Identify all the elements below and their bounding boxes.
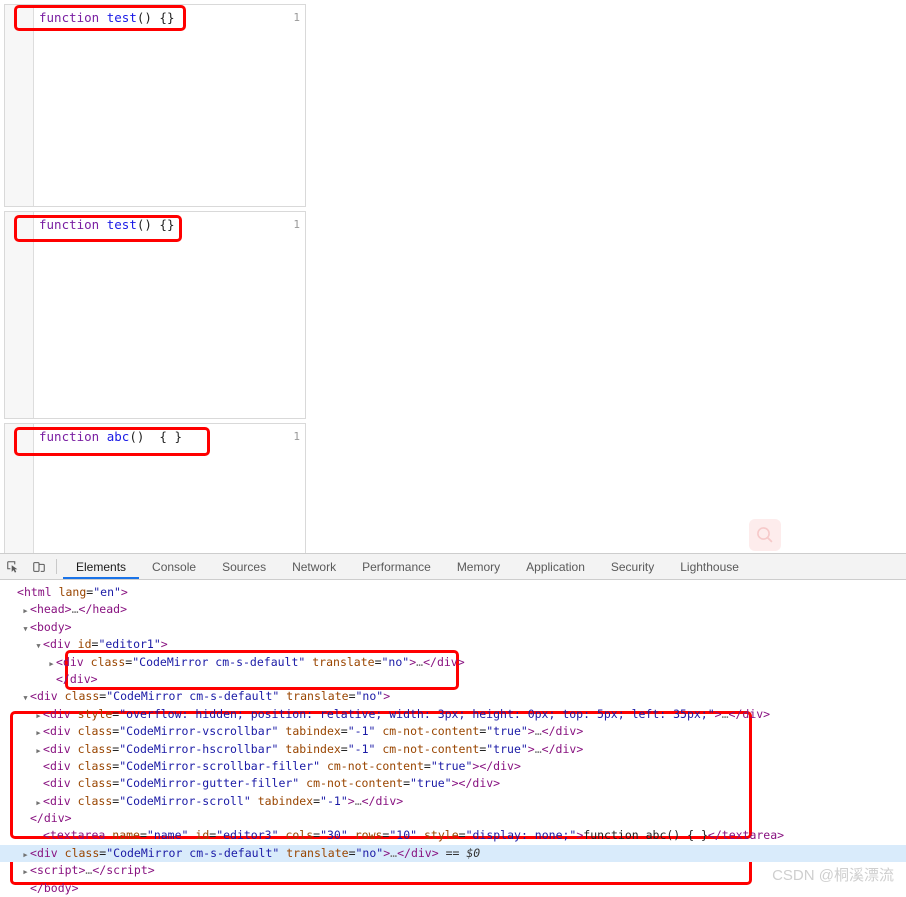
- dom-node-markup: <div style="overflow: hidden; position: …: [43, 706, 771, 721]
- dom-tree-row[interactable]: <div class="CodeMirror-gutter-filler" cm…: [0, 775, 906, 792]
- dom-node-markup: <script>…</script>: [30, 863, 155, 878]
- editor-1-keyword: function: [39, 10, 100, 25]
- editor-2-code-line[interactable]: function test() {}: [39, 217, 175, 233]
- editor-3-gutter: [5, 424, 34, 553]
- dom-node-markup: <div id="editor1">: [43, 637, 168, 652]
- device-toolbar-icon[interactable]: [26, 554, 52, 579]
- codemirror-editor-2[interactable]: 1 function test() {}: [4, 211, 306, 419]
- dom-node-markup: </div>: [56, 671, 98, 686]
- browser-page-viewport: 1 function test() {} 1 function test() {…: [0, 0, 906, 553]
- dom-node-markup: </div>: [30, 811, 72, 826]
- dom-node-markup: <div class="CodeMirror-scrollbar-filler"…: [43, 758, 521, 773]
- dom-node-markup: <textarea name="name" id="editor3" cols=…: [43, 828, 785, 843]
- editor-2-line-number: 1: [293, 218, 300, 231]
- editor-1-gutter: [5, 5, 34, 206]
- dom-tree-row[interactable]: <div class="CodeMirror-scroll" tabindex=…: [0, 793, 906, 810]
- dom-tree-row[interactable]: <div class="CodeMirror-hscrollbar" tabin…: [0, 741, 906, 758]
- csdn-watermark: CSDN @桐溪漂流: [772, 867, 894, 884]
- dom-tree-row[interactable]: <head>…</head>: [0, 601, 906, 618]
- tab-sources[interactable]: Sources: [209, 554, 279, 579]
- dom-tree-row[interactable]: <body>: [0, 619, 906, 636]
- dom-node-markup: <div class="CodeMirror cm-s-default" tra…: [30, 689, 391, 704]
- editor-1-fn-name: test: [106, 10, 137, 25]
- editor-3-tail: () { }: [129, 429, 183, 444]
- dom-tree-row[interactable]: </div>: [0, 810, 906, 827]
- dom-tree-row[interactable]: <div id="editor1">: [0, 636, 906, 653]
- dom-tree-row[interactable]: <div class="CodeMirror cm-s-default" tra…: [0, 844, 906, 863]
- dom-tree-row[interactable]: </div>: [0, 671, 906, 688]
- search-button[interactable]: [749, 519, 781, 551]
- editor-1-line-number: 1: [293, 11, 300, 24]
- devtools-tab-bar: Elements Console Sources Network Perform…: [63, 554, 752, 579]
- tab-memory[interactable]: Memory: [444, 554, 513, 579]
- tab-security[interactable]: Security: [598, 554, 667, 579]
- dom-tree-row[interactable]: <div style="overflow: hidden; position: …: [0, 706, 906, 723]
- dom-node-markup: <div class="CodeMirror-scroll" tabindex=…: [43, 793, 404, 808]
- inspect-element-icon[interactable]: [0, 554, 26, 579]
- devtools-panel: Elements Console Sources Network Perform…: [0, 553, 906, 895]
- tab-elements[interactable]: Elements: [63, 554, 140, 579]
- editor-3-fn-name: abc: [106, 429, 130, 444]
- dom-tree-row[interactable]: <div class="CodeMirror-vscrollbar" tabin…: [0, 723, 906, 740]
- dom-tree-row[interactable]: <div class="CodeMirror cm-s-default" tra…: [0, 654, 906, 671]
- codemirror-editor-1[interactable]: 1 function test() {}: [4, 4, 306, 207]
- dom-tree-row[interactable]: <html lang="en">: [0, 584, 906, 601]
- tab-lighthouse[interactable]: Lighthouse: [667, 554, 752, 579]
- codemirror-editor-3[interactable]: 1 function abc() { }: [4, 423, 306, 553]
- editor-3-space: [99, 429, 107, 444]
- tab-application[interactable]: Application: [513, 554, 598, 579]
- dom-tree-row[interactable]: <textarea name="name" id="editor3" cols=…: [0, 827, 906, 844]
- editor-2-fn-name: test: [106, 217, 137, 232]
- search-icon: [755, 525, 775, 545]
- dom-tree-row[interactable]: <script>…</script>: [0, 862, 906, 879]
- tab-network[interactable]: Network: [279, 554, 349, 579]
- dom-node-markup: <head>…</head>: [30, 602, 128, 617]
- dom-node-markup: <div class="CodeMirror cm-s-default" tra…: [56, 654, 465, 669]
- dom-node-markup: <div class="CodeMirror cm-s-default" tra…: [30, 845, 481, 860]
- dom-node-markup: <html lang="en">: [17, 585, 128, 599]
- editor-3-code-line[interactable]: function abc() { }: [39, 429, 182, 445]
- dom-tree-row[interactable]: <div class="CodeMirror-scrollbar-filler"…: [0, 758, 906, 775]
- dom-tree[interactable]: <html lang="en"> <head>…</head> <body> <div…: [0, 580, 906, 897]
- editor-3-line-number: 1: [293, 430, 300, 443]
- editor-2-space: [99, 217, 107, 232]
- devtools-toolbar: Elements Console Sources Network Perform…: [0, 554, 906, 580]
- tab-performance[interactable]: Performance: [349, 554, 444, 579]
- dom-node-markup: <div class="CodeMirror-gutter-filler" cm…: [43, 776, 501, 791]
- toolbar-divider: [56, 559, 57, 574]
- editor-2-tail: () {}: [136, 217, 175, 232]
- editor-1-tail: () {}: [136, 10, 175, 25]
- editor-3-keyword: function: [39, 429, 100, 444]
- dom-tree-row[interactable]: </body>: [0, 880, 906, 897]
- dom-node-markup: <div class="CodeMirror-vscrollbar" tabin…: [43, 724, 584, 739]
- editor-2-keyword: function: [39, 217, 100, 232]
- dom-node-markup: <div class="CodeMirror-hscrollbar" tabin…: [43, 741, 584, 756]
- tab-console[interactable]: Console: [139, 554, 209, 579]
- dom-node-markup: <body>: [30, 619, 72, 634]
- editor-2-gutter: [5, 212, 34, 418]
- editor-1-space: [99, 10, 107, 25]
- dom-tree-row[interactable]: <div class="CodeMirror cm-s-default" tra…: [0, 688, 906, 705]
- editor-1-code-line[interactable]: function test() {}: [39, 10, 175, 26]
